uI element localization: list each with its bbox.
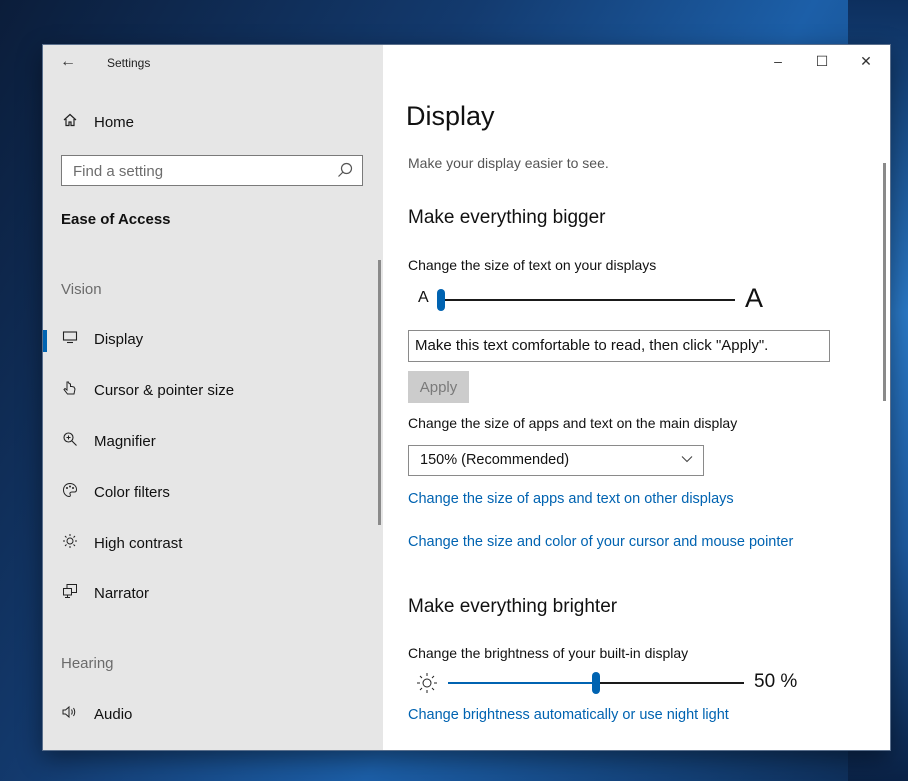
page-title: Display (406, 101, 495, 131)
app-title: Settings (107, 56, 151, 70)
section-heading-bigger: Make everything bigger (408, 207, 606, 228)
sidebar-scrollbar[interactable] (378, 260, 381, 525)
search-placeholder: Find a setting (73, 163, 164, 180)
sidebar-item-label: Cursor & pointer size (94, 381, 235, 399)
pointer-icon (61, 380, 79, 400)
sidebar-item-label: Display (94, 330, 144, 348)
sidebar-item-color-filters[interactable]: Color filters (43, 475, 383, 509)
sidebar-item-narrator[interactable]: Narrator (43, 576, 383, 610)
text-size-label: Change the size of text on your displays (408, 257, 657, 273)
sidebar-item-magnifier[interactable]: Magnifier (43, 424, 383, 458)
scale-dropdown-value: 150% (Recommended) (420, 452, 570, 468)
brightness-slider-fill (448, 682, 596, 684)
speaker-icon (61, 704, 79, 724)
minimize-button[interactable]: – (766, 53, 790, 69)
monitor-icon (61, 329, 79, 349)
sidebar-item-label: High contrast (94, 534, 183, 552)
maximize-button[interactable]: ☐ (810, 53, 834, 70)
scale-dropdown[interactable]: 150% (Recommended) (408, 445, 704, 476)
brightness-value: 50 % (754, 671, 798, 692)
section-heading-brighter: Make everything brighter (408, 596, 618, 617)
sidebar-item-label: Color filters (94, 483, 170, 501)
home-icon (61, 112, 79, 132)
text-size-slider-thumb[interactable] (437, 289, 445, 311)
sidebar-item-label: Audio (94, 705, 133, 723)
titlebar: ← Settings (43, 45, 383, 79)
group-heading-hearing: Hearing (61, 655, 114, 672)
sidebar-item-label: Home (94, 113, 135, 131)
group-heading-vision: Vision (61, 281, 102, 298)
scale-label: Change the size of apps and text on the … (408, 415, 738, 431)
brightness-icon (417, 673, 437, 693)
active-indicator (43, 330, 47, 352)
search-input[interactable]: Find a setting (61, 155, 363, 186)
main-scrollbar[interactable] (883, 163, 886, 401)
sidebar-item-audio[interactable]: Audio (43, 697, 383, 731)
sidebar-section-title: Ease of Access (61, 211, 171, 228)
chevron-down-icon (681, 456, 693, 463)
sidebar-item-high-contrast[interactable]: High contrast (43, 526, 383, 560)
sidebar: ← Settings Home Find a setting Ease of A… (43, 45, 383, 750)
search-icon (338, 162, 353, 177)
text-size-preview: Make this text comfortable to read, then… (408, 330, 830, 362)
apply-button[interactable]: Apply (408, 371, 469, 403)
text-size-slider[interactable] (441, 299, 735, 301)
page-subtitle: Make your display easier to see. (408, 155, 609, 171)
settings-window: ← Settings Home Find a setting Ease of A… (43, 45, 890, 750)
small-a-label: A (418, 289, 429, 306)
sidebar-item-label: Magnifier (94, 432, 156, 450)
brightness-label: Change the brightness of your built-in d… (408, 645, 689, 661)
narrator-icon (61, 583, 79, 603)
large-a-label: A (745, 283, 764, 313)
close-button[interactable]: ✕ (854, 53, 878, 70)
magnifier-icon (61, 431, 79, 451)
sidebar-item-label: Narrator (94, 584, 150, 602)
link-other-displays[interactable]: Change the size of apps and text on othe… (408, 491, 734, 507)
sidebar-item-cursor[interactable]: Cursor & pointer size (43, 373, 383, 407)
brightness-slider-thumb[interactable] (592, 672, 600, 694)
back-arrow-icon[interactable]: ← (60, 53, 76, 71)
palette-icon (61, 482, 79, 502)
contrast-icon (61, 533, 79, 553)
sidebar-item-display[interactable]: Display (43, 322, 383, 356)
sidebar-item-home[interactable]: Home (43, 105, 383, 139)
link-cursor-settings[interactable]: Change the size and color of your cursor… (408, 534, 793, 550)
main-content: – ☐ ✕ Display Make your display easier t… (383, 45, 890, 750)
link-night-light[interactable]: Change brightness automatically or use n… (408, 707, 729, 723)
